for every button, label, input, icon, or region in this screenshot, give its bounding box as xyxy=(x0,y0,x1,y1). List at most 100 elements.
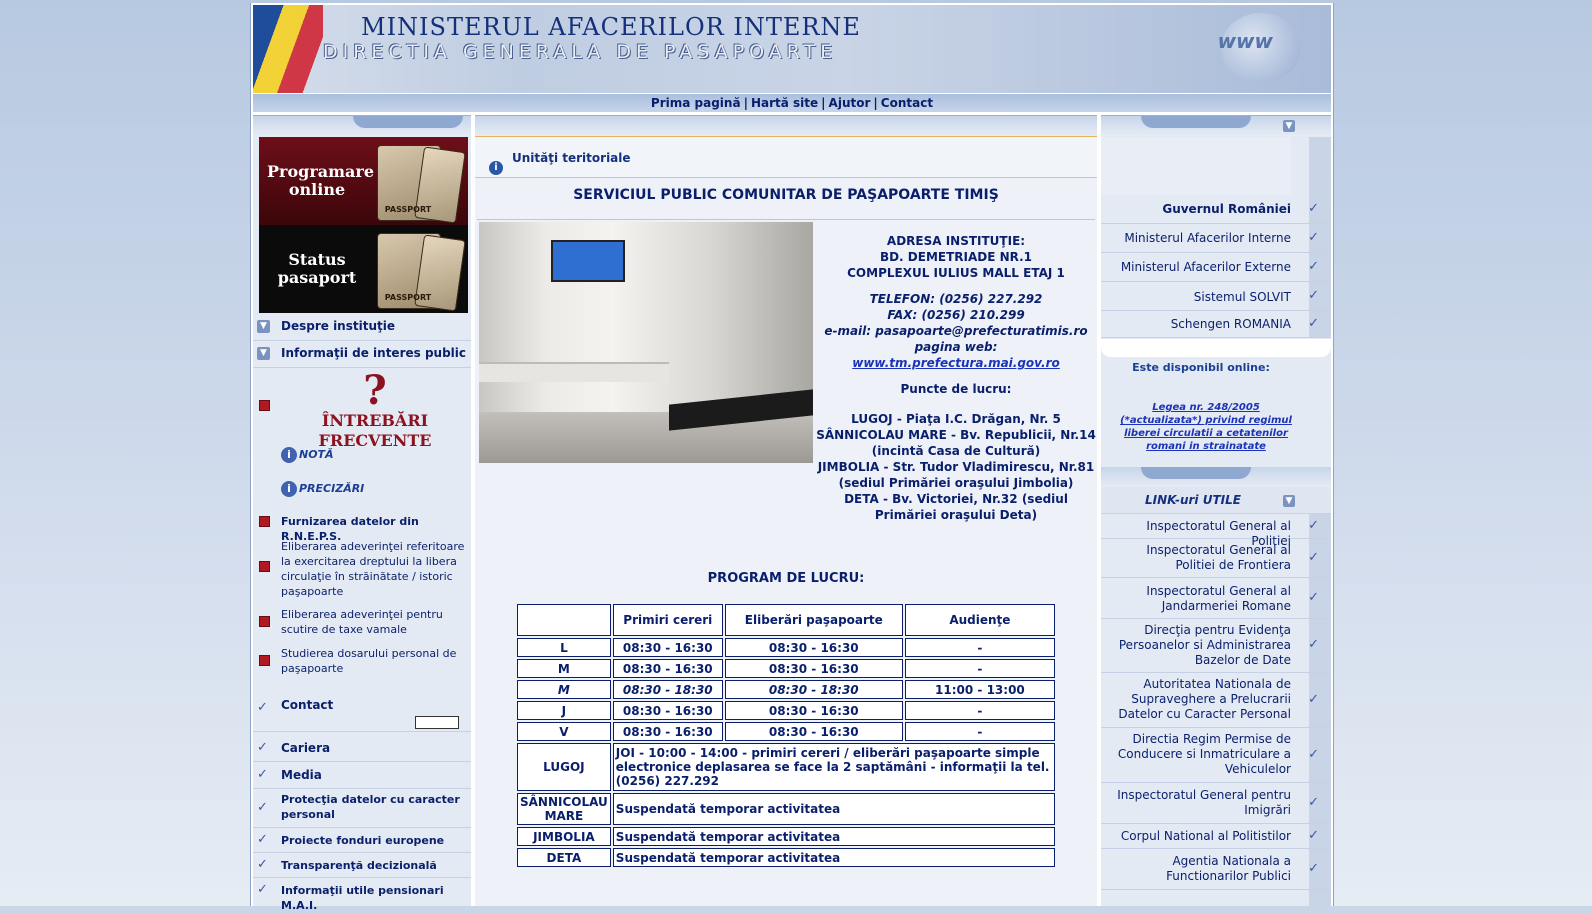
check-icon: ✓ xyxy=(1308,201,1319,216)
location-cell: DETA xyxy=(517,848,611,867)
work-point: DETA - Bv. Victoriei, Nr.32 (sediul Prim… xyxy=(844,492,1068,522)
sidebar-item-about[interactable]: ▼ Despre instituţie xyxy=(253,314,471,341)
sidebar-item-rneps[interactable]: Furnizarea datelor din R.N.E.P.S. xyxy=(253,511,471,543)
clarifications-link[interactable]: i PRECIZĂRI xyxy=(281,481,364,497)
sidebar-item-label: Eliberarea adeverinţei pentru scutire de… xyxy=(281,608,443,636)
passport-status-banner[interactable]: Status pasaport PASSPORT xyxy=(259,225,468,313)
link-jandarmerie[interactable]: Inspectoratul General al Jandarmeriei Ro… xyxy=(1101,578,1331,619)
check-icon: ✓ xyxy=(1308,259,1319,274)
sidebar-item-career[interactable]: ✓ Cariera xyxy=(253,735,471,762)
link-schengen[interactable]: Schengen ROMANIA ✓ xyxy=(1101,311,1331,338)
nav-sitemap-link[interactable]: Hartă site xyxy=(751,96,818,110)
hours-cell: 08:30 - 16:30 xyxy=(612,659,723,678)
faq-banner[interactable]: ? ÎNTREBĂRI FRECVENTE xyxy=(281,371,469,451)
nav-separator: | xyxy=(821,96,826,110)
work-point: LUGOJ - Piaţa I.C. Drăgan, Nr. 5 xyxy=(851,412,1061,426)
info-icon: i xyxy=(489,161,503,175)
link-politia[interactable]: Inspectoratul General al Politiei ✓ xyxy=(1101,514,1331,548)
red-bullet-icon xyxy=(259,561,270,572)
sidebar-item-label: Protecţia datelor cu caracter personal xyxy=(281,793,460,821)
link-label: Agentia Nationala a Functionarilor Publi… xyxy=(1166,854,1291,883)
sidebar-item-personal-file[interactable]: Studierea dosarului personal de paşapoar… xyxy=(253,643,471,677)
note-label: NOTĂ xyxy=(299,448,334,461)
link-politia-frontiera[interactable]: Inspectoratul General al Politiei de Fro… xyxy=(1101,539,1331,578)
table-row: JIMBOLIA Suspendată temporar activitatea xyxy=(517,827,1055,846)
check-icon: ✓ xyxy=(1308,288,1319,303)
sidebar-item-customs-certificate[interactable]: Eliberarea adeverinţei pentru scutire de… xyxy=(253,604,471,638)
red-bullet-icon xyxy=(259,516,270,527)
column-header: Eliberări paşapoarte xyxy=(724,604,903,636)
location-cell: LUGOJ xyxy=(517,743,611,791)
check-icon: ✓ xyxy=(257,857,268,872)
fax-text: FAX: (0256) 210.299 xyxy=(887,308,1025,322)
site-subtitle: DIRECTIA GENERALA DE PASAPOARTE xyxy=(323,41,838,63)
sidebar-item-label: Informaţii de interes public xyxy=(281,346,467,360)
sidebar-item-retirees[interactable]: ✓ Informaţii utile pensionari M.A.I. xyxy=(253,878,471,912)
link-solvit[interactable]: Sistemul SOLVIT ✓ xyxy=(1101,282,1331,311)
online-appointment-banner[interactable]: Programare online PASSPORT xyxy=(259,137,468,225)
site-title: MINISTERUL AFACERILOR INTERNE xyxy=(361,13,861,41)
location-info-cell: Suspendată temporar activitatea xyxy=(612,793,1055,825)
location-info-cell: JOI - 10:00 - 14:00 - primiri cereri / e… xyxy=(612,743,1055,791)
envelope-icon[interactable] xyxy=(415,716,459,729)
link-mae[interactable]: Ministerul Afacerilor Externe ✓ xyxy=(1101,253,1331,282)
nav-home-link[interactable]: Prima pagină xyxy=(651,96,741,110)
link-drpciv[interactable]: Directia Regim Permise de Conducere si I… xyxy=(1101,728,1331,783)
check-icon: ✓ xyxy=(257,832,268,847)
link-politisti[interactable]: Corpul National al Politistilor ✓ xyxy=(1101,824,1331,849)
note-link[interactable]: i NOTĂ xyxy=(281,447,334,463)
nav-help-link[interactable]: Ajutor xyxy=(829,96,871,110)
hours-cell: 08:30 - 16:30 xyxy=(724,638,903,657)
sidebar-item-media[interactable]: ✓ Media xyxy=(253,762,471,789)
passport-label: PASSPORT xyxy=(384,293,432,302)
work-point: SÂNNICOLAU MARE - Bv. Republicii, Nr.14 … xyxy=(816,428,1096,458)
sidebar-item-travel-certificate[interactable]: Eliberarea adeverinţei referitoare la ex… xyxy=(253,536,471,598)
check-icon: ✓ xyxy=(1308,550,1319,565)
sidebar-item-label: Proiecte fonduri europene xyxy=(281,834,445,847)
link-anspdcp[interactable]: Autoritatea Nationala de Supraveghere a … xyxy=(1101,673,1331,728)
check-icon: ✓ xyxy=(257,767,268,782)
schedule-table: Primiri cereri Eliberări paşapoarte Audi… xyxy=(515,602,1057,869)
link-label: Direcţia pentru Evidenţa Persoanelor si … xyxy=(1118,623,1291,667)
day-cell: M xyxy=(517,680,611,699)
right-column-header: ▼ xyxy=(1101,115,1331,136)
location-cell: SÂNNICOLAU MARE xyxy=(517,793,611,825)
breadcrumb-current[interactable]: Unităţi teritoriale xyxy=(512,151,631,165)
check-icon: ✓ xyxy=(1308,692,1319,707)
sidebar-item-eu-funds[interactable]: ✓ Proiecte fonduri europene xyxy=(253,828,471,853)
hours-cell: 08:30 - 18:30 xyxy=(724,680,903,699)
info-icon: i xyxy=(281,447,297,463)
address-street: BD. DEMETRIADE NR.1 xyxy=(879,250,1033,264)
available-online-label: Este disponibil online: xyxy=(1132,361,1270,374)
right-top-box xyxy=(1101,137,1291,195)
divider xyxy=(477,219,1095,220)
sidebar-item-data-protection[interactable]: ✓ Protecţia datelor cu caracter personal xyxy=(253,789,471,828)
sidebar-item-label: Transparenţă decizională xyxy=(281,859,437,872)
column-header: Audienţe xyxy=(904,604,1055,636)
law-link[interactable]: Legea nr. 248/2005 (*actualizata*) privi… xyxy=(1111,401,1301,453)
check-icon: ✓ xyxy=(257,882,268,897)
sidebar-item-public-info[interactable]: ▼ Informaţii de interes public xyxy=(253,341,471,368)
red-bullet-icon xyxy=(259,400,270,411)
link-imigrari[interactable]: Inspectoratul General pentru Imigrări ✓ xyxy=(1101,783,1331,824)
check-icon: ✓ xyxy=(257,740,268,755)
website-line: pagina web: www.tm.prefectura.mai.gov.ro xyxy=(815,339,1097,371)
faq-label-line1: ÎNTREBĂRI xyxy=(321,411,429,430)
counter-graphic xyxy=(479,362,669,382)
table-header-row: Primiri cereri Eliberări paşapoarte Audi… xyxy=(517,604,1055,636)
table-row: M 08:30 - 18:30 08:30 - 18:30 11:00 - 13… xyxy=(517,680,1055,699)
link-depabd[interactable]: Direcţia pentru Evidenţa Persoanelor si … xyxy=(1101,619,1331,673)
online-appointment-label: Programare online xyxy=(267,162,375,199)
nav-contact-link[interactable]: Contact xyxy=(881,96,933,110)
website-link[interactable]: www.tm.prefectura.mai.gov.ro xyxy=(852,356,1060,370)
sidebar-item-transparency[interactable]: ✓ Transparenţă decizională xyxy=(253,853,471,878)
sidebar-item-label: Media xyxy=(281,768,322,782)
www-logo-text: www xyxy=(1217,29,1273,53)
link-anfp[interactable]: Agentia Nationala a Functionarilor Publi… xyxy=(1101,849,1331,890)
chevron-down-icon[interactable]: ▼ xyxy=(1283,120,1295,132)
check-icon: ✓ xyxy=(1308,795,1319,810)
link-label: Inspectoratul General al Jandarmeriei Ro… xyxy=(1146,584,1291,613)
useful-links-header[interactable]: LINK-uri UTILE ▼ xyxy=(1101,487,1331,514)
link-government[interactable]: Guvernul României ✓ xyxy=(1101,195,1331,224)
link-mai[interactable]: Ministerul Afacerilor Interne ✓ xyxy=(1101,224,1331,253)
